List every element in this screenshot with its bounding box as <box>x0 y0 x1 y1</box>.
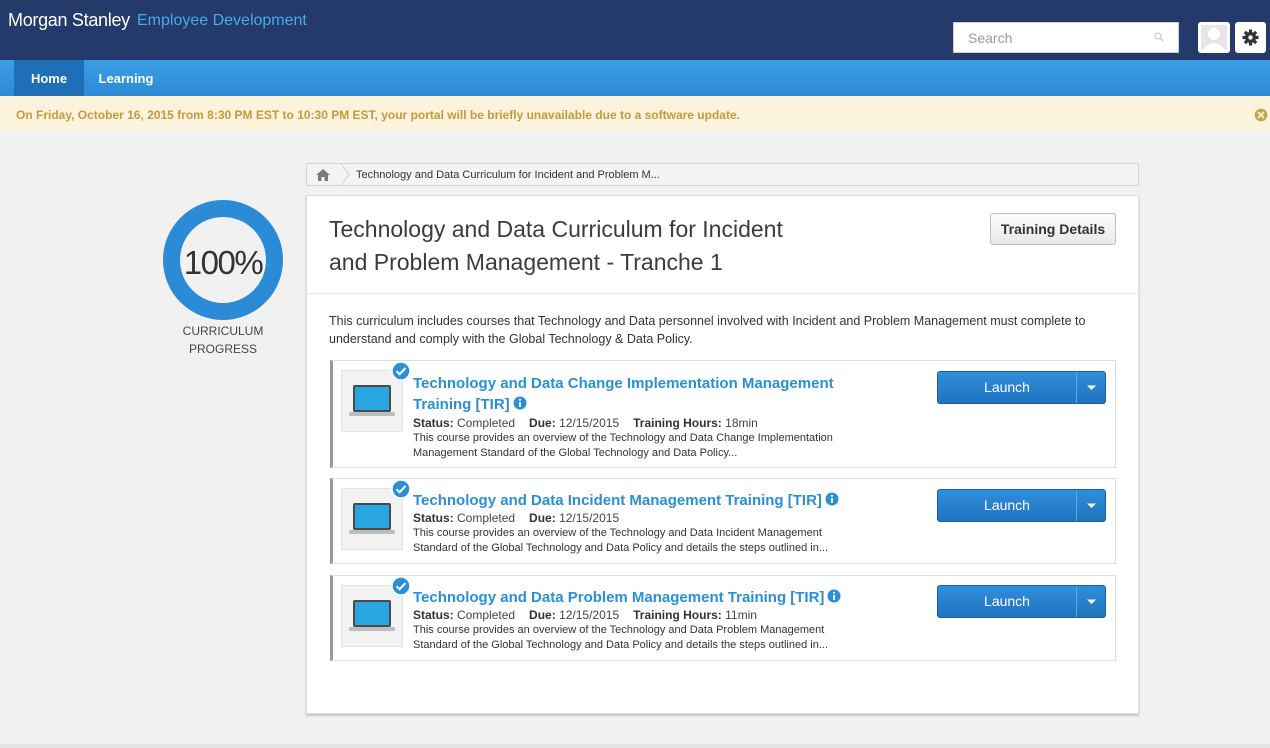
hours-value: 11min <box>725 608 757 622</box>
search-icon[interactable] <box>1154 32 1164 42</box>
course-description-line1: This course provides an overview of the … <box>413 432 833 444</box>
launch-dropdown-button[interactable] <box>1077 490 1106 521</box>
course-title-link[interactable]: Technology and Data Problem Management T… <box>413 587 893 608</box>
progress-label-line2: PROGRESS <box>188 342 257 356</box>
course-title-line1: Technology and Data Problem Management T… <box>413 589 825 606</box>
course-meta: Status: Completed Due: 12/15/2015 <box>413 511 619 525</box>
completed-check-icon <box>391 576 411 596</box>
status-value: Completed <box>457 511 516 525</box>
search-box <box>953 22 1179 53</box>
course-title-link[interactable]: Technology and Data Incident Management … <box>413 490 893 511</box>
user-avatar-button[interactable] <box>1198 22 1230 53</box>
caret-down-icon <box>1087 385 1096 390</box>
launch-split-button: Launch <box>937 371 1106 404</box>
top-header: Morgan Stanley Employee Development <box>0 0 1270 60</box>
nav-tab-learning[interactable]: Learning <box>88 60 164 96</box>
status-label: Status: <box>413 608 454 622</box>
launch-split-button: Launch <box>937 489 1106 522</box>
hours-label: Training Hours: <box>633 608 722 622</box>
breadcrumb-current[interactable]: Technology and Data Curriculum for Incid… <box>356 169 660 181</box>
settings-button[interactable] <box>1235 22 1266 53</box>
page-bottom-strip <box>0 744 1270 748</box>
launch-split-button: Launch <box>937 585 1106 618</box>
maintenance-banner: On Friday, October 16, 2015 from 8:30 PM… <box>0 96 1270 131</box>
due-value: 12/15/2015 <box>559 416 620 430</box>
course-description: This course provides an overview of the … <box>413 526 883 555</box>
launch-button[interactable]: Launch <box>938 490 1076 521</box>
info-icon[interactable] <box>825 492 839 506</box>
main-nav: Home Learning <box>0 60 1270 96</box>
due-label: Due: <box>529 511 556 525</box>
completed-check-icon <box>391 361 411 381</box>
due-label: Due: <box>529 416 556 430</box>
status-value: Completed <box>457 608 516 622</box>
launch-dropdown-button[interactable] <box>1077 586 1106 617</box>
due-value: 12/15/2015 <box>559 608 620 622</box>
nav-tab-home[interactable]: Home <box>14 60 84 96</box>
card-divider <box>307 293 1138 294</box>
launch-button[interactable]: Launch <box>938 372 1076 403</box>
course-description-line2: Standard of the Global Technology and Da… <box>413 638 829 651</box>
hours-label: Training Hours: <box>633 416 722 430</box>
completed-check-icon <box>391 479 411 499</box>
launch-button[interactable]: Launch <box>938 586 1076 617</box>
hours-value: 18min <box>725 416 758 430</box>
progress-label-line1: CURRICULUM <box>182 324 264 338</box>
course-meta: Status: Completed Due: 12/15/2015 Training… <box>413 416 758 430</box>
home-icon[interactable] <box>315 168 331 182</box>
caret-down-icon <box>1087 503 1096 508</box>
breadcrumb: Technology and Data Curriculum for Incid… <box>306 163 1139 186</box>
banner-message: On Friday, October 16, 2015 from 8:30 PM… <box>16 108 740 122</box>
info-icon[interactable] <box>827 589 841 603</box>
curriculum-title: Technology and Data Curriculum for Incid… <box>329 213 849 279</box>
course-description-line1: This course provides an overview of the … <box>413 624 825 636</box>
brand-subtitle: Employee Development <box>137 12 307 29</box>
info-icon[interactable] <box>513 396 527 410</box>
course-item: Technology and Data Incident Management … <box>330 478 1116 564</box>
due-value: 12/15/2015 <box>559 511 620 525</box>
course-title-line1: Technology and Data Incident Management … <box>413 492 822 509</box>
user-avatar-icon <box>1201 25 1227 50</box>
caret-down-icon <box>1087 599 1096 604</box>
gear-icon <box>1242 29 1259 46</box>
status-value: Completed <box>457 416 516 430</box>
curriculum-title-line1: Technology and Data Curriculum for Incid… <box>329 216 783 242</box>
course-meta: Status: Completed Due: 12/15/2015 Training… <box>413 608 757 622</box>
course-description: This course provides an overview of the … <box>413 431 883 460</box>
course-description-line1: This course provides an overview of the … <box>413 527 822 539</box>
course-description-line2: Standard of the Global Technology and Da… <box>413 541 829 554</box>
breadcrumb-separator-icon <box>340 164 350 185</box>
search-input[interactable] <box>954 23 1148 52</box>
course-item: Technology and Data Problem Management T… <box>330 575 1116 661</box>
course-description: This course provides an overview of the … <box>413 623 883 652</box>
status-label: Status: <box>413 416 454 430</box>
course-description-line2: Management Standard of the Global Techno… <box>413 446 738 459</box>
training-details-button[interactable]: Training Details <box>990 213 1116 245</box>
course-title-line1: Technology and Data Change Implementatio… <box>413 375 834 392</box>
course-item: Technology and Data Change Implementatio… <box>330 360 1116 468</box>
curriculum-title-line2: and Problem Management - Tranche 1 <box>329 249 723 275</box>
close-icon[interactable] <box>1254 108 1268 122</box>
status-label: Status: <box>413 511 454 525</box>
brand-logo[interactable]: Morgan Stanley <box>8 10 130 31</box>
due-label: Due: <box>529 608 556 622</box>
progress-label: CURRICULUM PROGRESS <box>163 322 283 358</box>
launch-dropdown-button[interactable] <box>1077 372 1106 403</box>
progress-percentage: 100% <box>183 244 264 281</box>
course-title-line2: Training [TIR] <box>413 396 510 413</box>
course-title-link[interactable]: Technology and Data Change Implementatio… <box>413 373 883 415</box>
curriculum-description: This curriculum includes courses that Te… <box>329 314 1086 346</box>
